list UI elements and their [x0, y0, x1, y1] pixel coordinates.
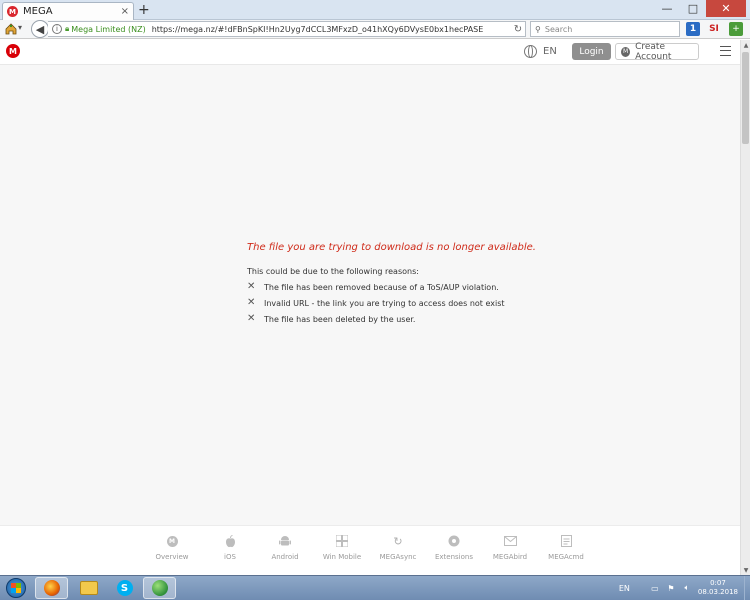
clock[interactable]: 0:07 08.03.2018: [698, 579, 738, 597]
globe-icon: [524, 45, 537, 58]
mega-favicon-icon: M: [7, 6, 18, 17]
reason-item: ✕ The file has been removed because of a…: [247, 281, 499, 293]
browser-tab[interactable]: M MEGA ×: [2, 2, 134, 20]
language-label: EN: [543, 46, 557, 57]
reason-item: ✕ Invalid URL - the link you are trying …: [247, 297, 505, 309]
arrow-left-icon: ◀: [35, 22, 45, 36]
footer-link-android[interactable]: Android: [255, 534, 315, 561]
taskbar-firefox[interactable]: [35, 577, 68, 599]
reason-text: The file has been deleted by the user.: [264, 314, 416, 324]
reasons-intro: This could be due to the following reaso…: [247, 267, 419, 276]
main-content: The file you are trying to download is n…: [0, 65, 740, 525]
close-window-button[interactable]: ✕: [706, 0, 746, 17]
android-icon: [255, 534, 315, 548]
taskbar-explorer[interactable]: [72, 577, 105, 599]
terminal-icon: [536, 534, 596, 548]
footer-label: Overview: [155, 553, 189, 561]
start-button[interactable]: [3, 576, 29, 600]
clock-date: 08.03.2018: [697, 588, 738, 596]
site-identity[interactable]: Mega Limited (NZ): [71, 25, 145, 34]
footer-link-win-mobile[interactable]: Win Mobile: [312, 534, 372, 561]
show-desktop-button[interactable]: [744, 576, 750, 600]
network-icon[interactable]: ▭: [650, 584, 660, 593]
mega-logo-icon[interactable]: M: [6, 44, 20, 58]
reload-icon[interactable]: ↻: [511, 24, 525, 35]
skype-icon: S: [116, 580, 133, 596]
maximize-button[interactable]: □: [680, 0, 706, 17]
tab-title: MEGA: [23, 6, 53, 17]
volume-icon[interactable]: 🔈︎: [682, 583, 692, 593]
footer-label: MEGAsync: [379, 553, 417, 561]
create-account-label: Create Account: [635, 41, 672, 62]
footer-link-overview[interactable]: M Overview: [142, 534, 202, 561]
explorer-icon: [79, 581, 98, 595]
windows-taskbar: S EN ▭ ⚑ 🔈︎ 0:07 08.03.2018: [0, 575, 750, 600]
tab-close-icon[interactable]: ×: [121, 6, 129, 17]
extension-si-icon[interactable]: SI: [707, 22, 721, 36]
search-input[interactable]: ⚲ Search: [530, 21, 680, 37]
system-tray: EN ▭ ⚑ 🔈︎ 0:07 08.03.2018: [619, 576, 750, 600]
language-selector[interactable]: EN: [524, 45, 557, 58]
scrollbar-thumb[interactable]: [742, 52, 749, 144]
chevron-down-icon[interactable]: ▾: [18, 23, 22, 32]
windows-start-icon: [6, 578, 26, 598]
mail-icon: [480, 534, 540, 548]
footer-label: MEGAcmd: [548, 553, 584, 561]
footer-link-megabird[interactable]: MEGAbird: [480, 534, 540, 561]
input-language[interactable]: EN: [619, 584, 630, 593]
sync-icon: ↻: [393, 534, 403, 548]
search-icon: ⚲: [535, 24, 541, 34]
lock-icon[interactable]: 🔒︎: [65, 24, 69, 34]
extension-badge-icon[interactable]: 1: [686, 22, 700, 36]
create-account-button[interactable]: M Create Account: [615, 41, 699, 62]
new-tab-button[interactable]: +: [138, 2, 150, 18]
minimize-button[interactable]: —: [654, 0, 680, 17]
login-button[interactable]: Login: [572, 43, 611, 60]
footer-label: Extensions: [434, 553, 473, 561]
firefox-icon: [43, 580, 60, 596]
search-placeholder: Search: [544, 24, 573, 34]
error-title: The file you are trying to download is n…: [247, 242, 536, 253]
browser-tab-strip: M MEGA × + — □ ✕: [0, 0, 750, 20]
site-footer: M Overview iOS Android Win Mobile ↻ MEGA…: [0, 525, 740, 575]
cross-icon: ✕: [247, 313, 256, 324]
windows-icon: [312, 534, 372, 548]
flag-tray-icon[interactable]: ⚑: [666, 584, 676, 593]
cross-icon: ✕: [247, 281, 256, 292]
scroll-down-icon[interactable]: ▼: [741, 565, 750, 575]
browser-navbar: ▾ ◀ i 🔒︎ Mega Limited (NZ) https://mega.…: [0, 20, 750, 39]
footer-link-ios[interactable]: iOS: [200, 534, 260, 561]
reason-item: ✕ The file has been deleted by the user.: [247, 313, 415, 325]
back-button[interactable]: ◀: [31, 20, 49, 38]
reason-text: Invalid URL - the link you are trying to…: [264, 298, 505, 308]
info-icon[interactable]: i: [52, 24, 62, 34]
footer-label: MEGAbird: [492, 553, 528, 561]
footer-link-megacmd[interactable]: MEGAcmd: [536, 534, 596, 561]
taskbar-globe-app[interactable]: [143, 577, 176, 599]
reason-text: The file has been removed because of a T…: [264, 282, 499, 292]
footer-label: iOS: [224, 553, 236, 561]
extensions-icon: [424, 534, 484, 548]
home-icon[interactable]: [4, 22, 18, 36]
extension-add-icon[interactable]: +: [729, 22, 743, 36]
footer-label: Win Mobile: [322, 553, 362, 561]
footer-link-extensions[interactable]: Extensions: [424, 534, 484, 561]
clock-time: 0:07: [710, 579, 726, 587]
page-scrollbar[interactable]: ▲ ▼: [740, 40, 750, 575]
apple-icon: [200, 534, 260, 548]
taskbar-skype[interactable]: S: [108, 577, 141, 599]
footer-label: Android: [271, 553, 299, 561]
footer-link-megasync[interactable]: ↻ MEGAsync: [368, 534, 428, 562]
scroll-up-icon[interactable]: ▲: [741, 40, 750, 50]
window-controls: — □ ✕: [654, 0, 746, 17]
hamburger-menu-icon[interactable]: [720, 46, 731, 56]
address-bar[interactable]: i 🔒︎ Mega Limited (NZ) https://mega.nz/#…: [48, 21, 526, 37]
site-header: M EN Login M Create Account: [0, 40, 740, 65]
mega-icon: M: [166, 535, 178, 547]
globe-app-icon: [151, 580, 168, 596]
url-text[interactable]: https://mega.nz/#!dFBnSpKI!Hn2Uyg7dCCL3M…: [152, 25, 511, 34]
cross-icon: ✕: [247, 297, 256, 308]
mega-small-icon: M: [621, 46, 631, 57]
